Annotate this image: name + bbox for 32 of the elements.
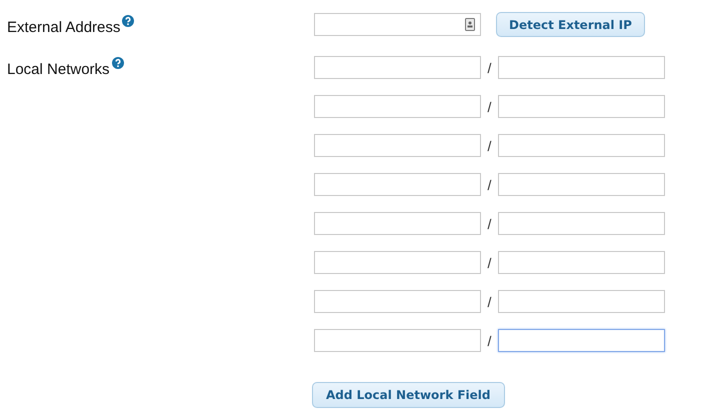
add-field-button[interactable]: Add Local Network Field [312,382,505,408]
mask-field[interactable] [498,290,665,313]
slash-separator: / [486,332,492,348]
detect-ip-button[interactable]: Detect External IP [496,12,645,37]
slash-separator: / [486,294,492,310]
address-field[interactable] [314,212,481,235]
address-field[interactable] [314,290,481,313]
mask-field[interactable] [498,134,665,157]
mask-field[interactable] [498,329,665,352]
address-field[interactable] [314,173,481,196]
address-field[interactable] [314,251,481,274]
help-icon[interactable] [112,57,124,69]
field-label: External Address [7,18,120,38]
mask-field[interactable] [498,95,665,118]
mask-field[interactable] [498,251,665,274]
input-field[interactable] [314,13,481,36]
slash-separator: / [486,216,492,232]
address-field[interactable] [314,329,481,352]
mask-field[interactable] [498,56,665,79]
address-field[interactable] [314,56,481,79]
address-field[interactable] [314,95,481,118]
slash-separator: / [486,60,492,76]
slash-separator: / [486,254,492,270]
field-label: Local Networks [7,60,110,80]
slash-separator: / [486,138,492,154]
slash-separator: / [486,176,492,192]
contact-card-icon[interactable] [465,18,475,31]
mask-field[interactable] [498,212,665,235]
mask-field[interactable] [498,173,665,196]
slash-separator: / [486,98,492,114]
address-field[interactable] [314,134,481,157]
help-icon[interactable] [122,15,134,27]
